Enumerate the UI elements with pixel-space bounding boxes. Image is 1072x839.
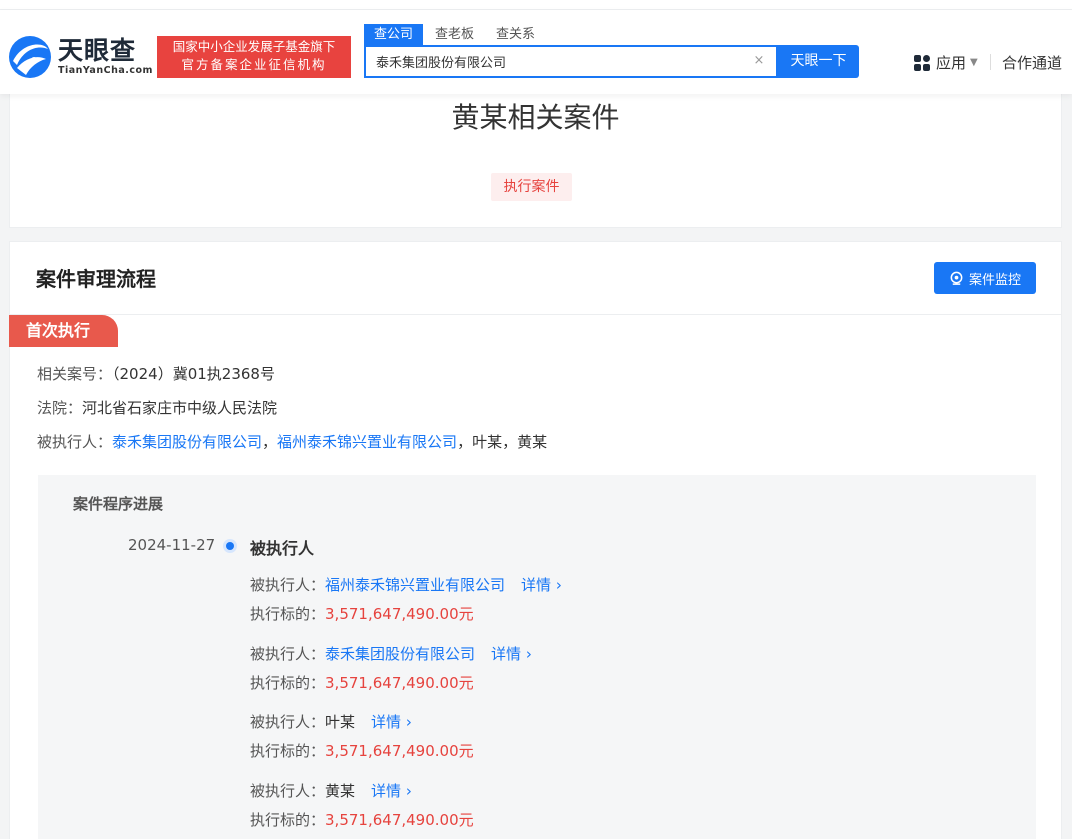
clear-icon[interactable]: ×: [752, 54, 766, 68]
apps-grid-icon: [914, 54, 930, 71]
official-badge[interactable]: 国家中小企业发展子基金旗下 官方备案企业征信机构: [157, 36, 351, 78]
court-label: 法院：: [37, 399, 83, 417]
person-label: 被执行人：: [250, 645, 326, 663]
amount-value: 3,571,647,490.00元: [325, 742, 474, 760]
executed-persons-row: 被执行人：泰禾集团股份有限公司，福州泰禾锦兴置业有限公司，叶某，黄某: [37, 431, 547, 453]
detail-link[interactable]: 详情 ›: [371, 713, 412, 731]
amount-value: 3,571,647,490.00元: [325, 674, 474, 692]
case-summary-card: 黄某相关案件 执行案件: [9, 94, 1062, 228]
logo-eye-icon: [9, 36, 51, 78]
progress-title: 案件程序进展: [73, 495, 164, 513]
nav-divider: [990, 54, 991, 70]
amount-label: 执行标的：: [250, 605, 326, 623]
court-row: 法院：河北省石家庄市中级人民法院: [37, 397, 277, 419]
tab-company[interactable]: 查公司: [364, 24, 424, 45]
case-process-card: 案件审理流程 案件监控 首次执行 相关案号：（2024）冀01执2368号 法院…: [9, 241, 1062, 839]
section-title: 案件审理流程: [36, 267, 156, 291]
separator: ，: [457, 433, 473, 451]
timeline-entry: 被执行人：福州泰禾锦兴置业有限公司 详情 › 执行标的：3,571,647,490…: [250, 573, 562, 631]
separator: ，: [502, 433, 518, 451]
person-label: 被执行人：: [250, 713, 326, 731]
case-number-label: 相关案号：: [37, 365, 113, 383]
executed-link-fuzhou[interactable]: 福州泰禾锦兴置业有限公司: [277, 433, 457, 451]
badge-line-1: 国家中小企业发展子基金旗下: [172, 39, 336, 54]
case-number-row: 相关案号：（2024）冀01执2368号: [37, 363, 275, 385]
amount-label: 执行标的：: [250, 674, 326, 692]
search-input[interactable]: [366, 47, 746, 76]
executed-ye: 叶某: [472, 433, 503, 451]
case-number-value: （2024）冀01执2368号: [112, 365, 275, 383]
case-monitor-button[interactable]: 案件监控: [934, 262, 1036, 294]
tab-relation[interactable]: 查关系: [486, 24, 545, 45]
logo-cn-text: 天眼查: [58, 36, 137, 65]
site-logo[interactable]: 天眼查 TianYanCha.com: [8, 35, 153, 79]
logo-en-text: TianYanCha.com: [58, 65, 153, 76]
search-tabs: 查公司 查老板 查关系: [364, 24, 547, 46]
executed-link-taihe[interactable]: 泰禾集团股份有限公司: [112, 433, 262, 451]
detail-link[interactable]: 详情 ›: [521, 576, 562, 594]
site-header: 天眼查 TianYanCha.com 国家中小企业发展子基金旗下 官方备案企业征…: [0, 10, 1072, 94]
entry-name: 黄某: [325, 782, 356, 800]
amount-value: 3,571,647,490.00元: [325, 811, 474, 829]
person-label: 被执行人：: [250, 576, 326, 594]
entry-name-link[interactable]: 泰禾集团股份有限公司: [325, 645, 475, 663]
stage-badge: 首次执行: [9, 315, 118, 347]
case-type-tag: 执行案件: [491, 173, 572, 201]
court-value: 河北省石家庄市中级人民法院: [82, 399, 278, 417]
chevron-right-icon: ›: [405, 782, 412, 800]
browser-top-strip: [0, 0, 1072, 10]
timeline-entry: 被执行人：黄某 详情 › 执行标的：3,571,647,490.00元: [250, 779, 474, 837]
monitor-label: 案件监控: [968, 272, 1021, 288]
partner-channel-link[interactable]: 合作通道: [1002, 52, 1062, 73]
apps-label: 应用: [936, 54, 967, 72]
detail-link[interactable]: 详情 ›: [371, 782, 412, 800]
apps-menu[interactable]: 应用 ▼: [914, 52, 978, 73]
chevron-right-icon: ›: [525, 645, 532, 663]
timeline-date: 2024-11-27: [128, 536, 216, 554]
separator: ，: [262, 433, 278, 451]
timeline-entry: 被执行人：泰禾集团股份有限公司 详情 › 执行标的：3,571,647,490.0…: [250, 642, 532, 700]
person-label: 被执行人：: [250, 782, 326, 800]
chevron-right-icon: ›: [555, 576, 562, 594]
executed-huang: 黄某: [517, 433, 548, 451]
amount-value: 3,571,647,490.00元: [325, 605, 474, 623]
page-title: 黄某相关案件: [451, 101, 620, 134]
progress-panel: 案件程序进展 2024-11-27 被执行人 被执行人：福州泰禾锦兴置业有限公司…: [38, 475, 1036, 839]
executed-label: 被执行人：: [37, 433, 113, 451]
tab-boss[interactable]: 查老板: [425, 24, 484, 45]
detail-link[interactable]: 详情 ›: [491, 645, 532, 663]
amount-label: 执行标的：: [250, 811, 326, 829]
search-box: ×: [364, 45, 778, 78]
amount-label: 执行标的：: [250, 742, 326, 760]
caret-down-icon: ▼: [970, 57, 978, 68]
entry-name-link[interactable]: 福州泰禾锦兴置业有限公司: [325, 576, 505, 594]
timeline-entry: 被执行人：叶某 详情 › 执行标的：3,571,647,490.00元: [250, 710, 474, 768]
timeline-dot: [226, 542, 234, 550]
timeline-heading: 被执行人: [250, 539, 315, 558]
badge-line-2: 官方备案企业征信机构: [181, 57, 327, 72]
chevron-right-icon: ›: [405, 713, 412, 731]
section-divider: [10, 314, 1061, 315]
entry-name: 叶某: [325, 713, 356, 731]
monitor-eye-icon: [950, 271, 963, 285]
search-button[interactable]: 天眼一下: [778, 45, 859, 78]
